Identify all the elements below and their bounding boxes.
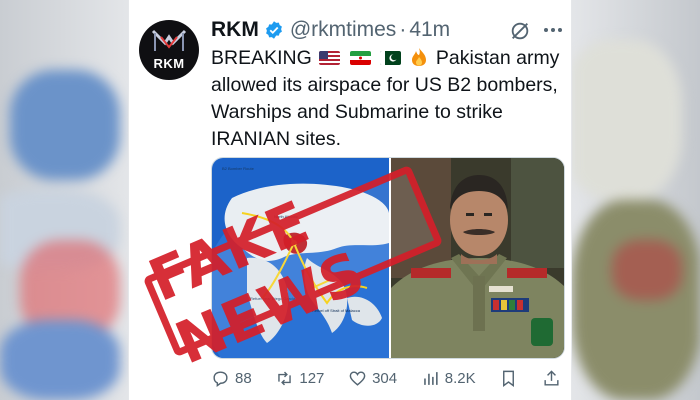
- reply-count: 88: [235, 369, 252, 387]
- views-button[interactable]: 8.2K: [421, 369, 476, 388]
- bookmark-icon: [503, 370, 515, 387]
- share-icon: [544, 369, 559, 386]
- like-count: 304: [372, 369, 398, 387]
- verified-badge-icon: [265, 21, 282, 39]
- tweet-text: BREAKING Pakistan army allowed its airsp…: [211, 45, 561, 153]
- fire-icon: [412, 48, 427, 66]
- bookmark-button[interactable]: [499, 369, 518, 388]
- repost-button[interactable]: 127: [275, 369, 324, 388]
- rkm-logo-icon: [151, 29, 187, 51]
- share-button[interactable]: [542, 369, 561, 388]
- avatar[interactable]: RKM: [139, 20, 199, 80]
- repost-icon: [278, 371, 292, 385]
- views-icon: [423, 371, 438, 385]
- author-handle[interactable]: @rkmtimes: [290, 18, 396, 42]
- tweet-header: RKM @rkmtimes · 41m: [211, 16, 565, 44]
- more-icon[interactable]: [541, 19, 565, 41]
- background-blur-right: [572, 0, 700, 400]
- repost-count: 127: [299, 369, 325, 387]
- views-count: 8.2K: [444, 369, 476, 387]
- reply-button[interactable]: 88: [211, 369, 252, 388]
- pakistan-flag-icon: [380, 51, 402, 65]
- like-button[interactable]: 304: [348, 369, 397, 388]
- tweet-actions: 88 127 304 8.2K: [211, 364, 561, 392]
- author-name[interactable]: RKM: [211, 18, 259, 42]
- separator-dot: ·: [399, 18, 407, 41]
- avatar-label: RKM: [153, 56, 185, 71]
- us-flag-icon: [319, 51, 341, 65]
- breaking-label: BREAKING: [211, 47, 312, 69]
- grok-icon[interactable]: [509, 20, 531, 42]
- map-title: B2 Bomber Route: [222, 166, 254, 171]
- reply-icon: [213, 370, 228, 387]
- background-blur-left: [0, 0, 128, 400]
- iran-flag-icon: [349, 51, 371, 65]
- heart-icon: [349, 370, 366, 386]
- timestamp[interactable]: 41m: [409, 18, 450, 42]
